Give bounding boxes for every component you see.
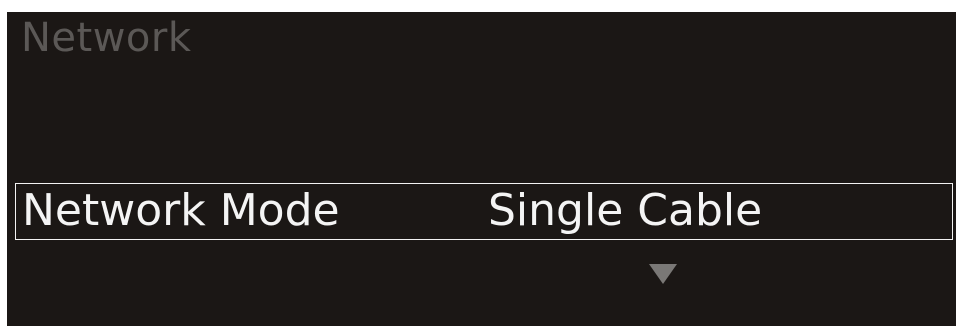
chevron-down-icon[interactable] [649,264,677,284]
page-title: Network [21,15,192,61]
menu-item-label: Network Mode [22,185,340,236]
menu-item-value: Single Cable [488,185,763,236]
menu-item-network-mode[interactable]: Network Mode Single Cable [15,183,953,240]
device-display: Network Network Mode Single Cable [7,12,956,326]
